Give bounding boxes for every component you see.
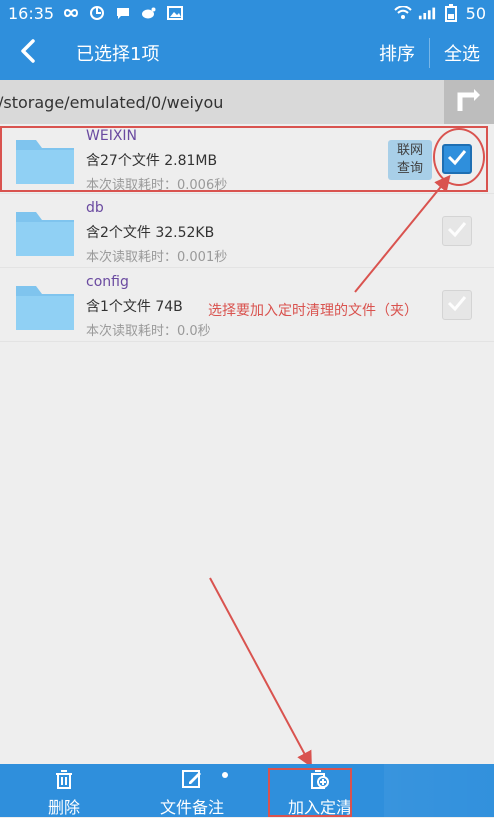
online-query-label-line2: 查询 (396, 161, 423, 176)
page-title: 已选择1项 (76, 44, 160, 65)
weibo-icon (140, 6, 158, 20)
sort-button[interactable]: 排序 (365, 26, 429, 80)
bottom-more-area (384, 764, 494, 817)
battery-icon (442, 4, 460, 22)
path-text: /storage/emulated/0/weiyou (0, 92, 224, 112)
checkmark-icon (446, 146, 468, 172)
file-info: 含1个文件 74B (86, 299, 183, 315)
image-icon (166, 6, 184, 20)
file-name: db (86, 200, 104, 216)
file-read-time: 本次读取耗时：0.006秒 (86, 178, 228, 193)
file-row[interactable]: WEIXIN 含27个文件 2.81MB 本次读取耗时：0.006秒 联网 查询 (0, 124, 494, 194)
delete-button[interactable]: 删除 (0, 764, 128, 817)
up-directory-button[interactable] (444, 80, 494, 124)
battery-level: 50 (465, 3, 486, 23)
chat-icon (114, 6, 132, 20)
file-name: WEIXIN (86, 128, 138, 144)
notification-dot (222, 772, 228, 778)
infinity-icon (62, 6, 80, 20)
wifi-icon (393, 6, 412, 20)
status-time: 16:35 (8, 3, 55, 23)
arrow-to-bottom-button (209, 577, 312, 768)
status-right: 50 (393, 3, 486, 23)
checkmark-icon (446, 218, 468, 244)
file-checkbox[interactable] (442, 290, 472, 320)
file-read-time: 本次读取耗时：0.0秒 (86, 324, 211, 339)
file-name: config (86, 274, 129, 290)
delete-label: 删除 (47, 797, 80, 817)
add-timed-clean-label: 加入定清 (287, 797, 352, 817)
path-bar: /storage/emulated/0/weiyou (0, 80, 494, 124)
back-arrow-icon (19, 39, 37, 67)
file-row[interactable]: db 含2个文件 32.52KB 本次读取耗时：0.001秒 (0, 196, 494, 268)
file-info: 含27个文件 2.81MB (86, 153, 218, 169)
sync-icon (88, 6, 106, 20)
add-timer-icon (309, 768, 331, 790)
status-left: 16:35 (8, 4, 184, 23)
file-read-time: 本次读取耗时：0.001秒 (86, 250, 228, 265)
select-all-button[interactable]: 全选 (430, 26, 494, 80)
file-checkbox[interactable] (442, 216, 472, 246)
folder-icon (14, 206, 76, 260)
trash-icon (53, 768, 75, 790)
folder-icon (14, 134, 76, 188)
add-timed-clean-button[interactable]: 加入定清 (256, 764, 384, 817)
folder-icon (14, 280, 76, 334)
file-note-label: 文件备注 (159, 797, 224, 817)
edit-icon (181, 768, 203, 790)
annotation-text: 选择要加入定时清理的文件（夹） (208, 303, 418, 319)
app-bar: 已选择1项 排序 全选 (0, 26, 494, 80)
online-query-label-line1: 联网 (396, 143, 423, 158)
signal-icon (418, 6, 436, 20)
app-actions: 排序 全选 (365, 26, 494, 80)
status-bar: 16:35 50 (0, 0, 494, 26)
file-note-button[interactable]: 文件备注 (128, 764, 256, 817)
file-checkbox[interactable] (442, 144, 472, 174)
back-button[interactable] (0, 26, 56, 80)
file-info: 含2个文件 32.52KB (86, 225, 215, 241)
online-query-button[interactable]: 联网 查询 (388, 140, 432, 180)
up-arrow-icon (456, 87, 482, 117)
bottom-action-bar: 删除 文件备注 加入定清 (0, 764, 494, 817)
checkmark-icon (446, 292, 468, 318)
